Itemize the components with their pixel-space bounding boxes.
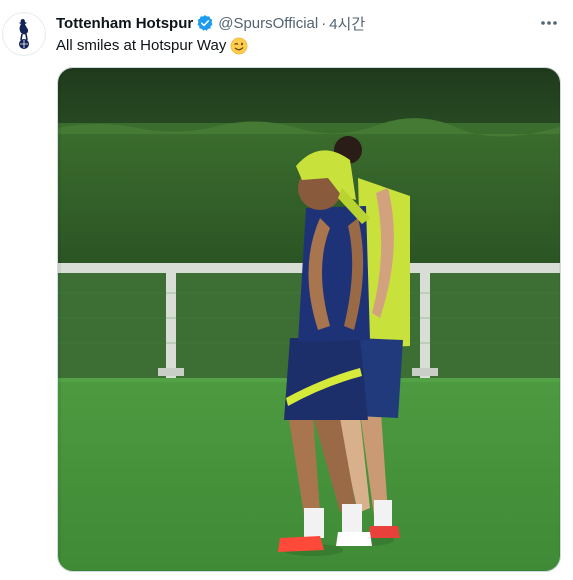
separator-dot: · xyxy=(321,14,327,32)
tweet: Tottenham Hotspur @SpursOfficial · 4시간 A… xyxy=(0,0,573,580)
handle[interactable]: @SpursOfficial xyxy=(218,15,318,32)
timestamp[interactable]: 4시간 xyxy=(329,13,365,34)
avatar[interactable] xyxy=(2,12,46,56)
display-name[interactable]: Tottenham Hotspur xyxy=(56,15,193,32)
tweet-header: Tottenham Hotspur @SpursOfficial · 4시간 xyxy=(56,12,365,34)
verified-badge-icon xyxy=(196,14,214,32)
tweet-text: All smiles at Hotspur Way xyxy=(56,36,248,56)
media-video[interactable] xyxy=(57,67,561,572)
training-photo xyxy=(58,68,560,571)
spurs-logo-icon xyxy=(19,19,29,49)
more-icon[interactable] xyxy=(537,12,561,34)
winking-face-icon xyxy=(230,37,248,55)
tweet-text-content: All smiles at Hotspur Way xyxy=(56,37,227,54)
